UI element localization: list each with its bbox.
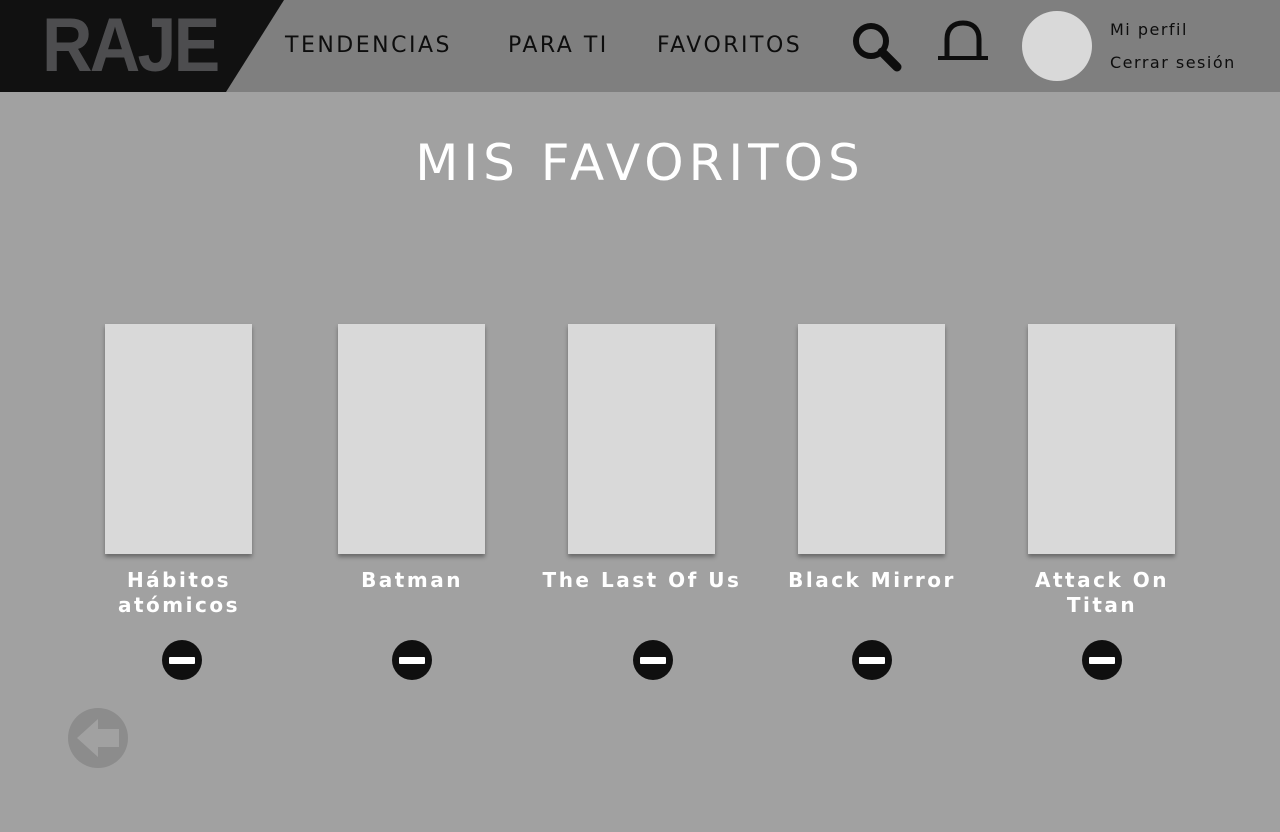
avatar[interactable] — [1022, 11, 1092, 81]
back-button[interactable] — [68, 708, 128, 768]
logo-container[interactable]: RAJE — [0, 0, 284, 92]
remove-favorite-button[interactable] — [852, 640, 892, 680]
favorite-card: Batman — [312, 324, 512, 684]
cover-placeholder[interactable] — [798, 324, 945, 554]
favorite-title: Hábitos atómicos — [118, 568, 240, 617]
remove-favorite-button[interactable] — [1082, 640, 1122, 680]
logout-link[interactable]: Cerrar sesión — [1110, 53, 1236, 73]
favorite-card: The Last Of Us — [542, 324, 742, 684]
minus-icon — [1089, 656, 1115, 664]
favorite-title: Attack On Titan — [1035, 568, 1169, 617]
logo[interactable]: RAJE — [42, 8, 220, 84]
search-icon[interactable] — [850, 20, 904, 74]
favorite-title: Black Mirror — [788, 568, 956, 592]
minus-icon — [399, 656, 425, 664]
my-profile-link[interactable]: Mi perfil — [1110, 20, 1188, 40]
cover-placeholder[interactable] — [568, 324, 715, 554]
favorite-card: Black Mirror — [772, 324, 972, 684]
cover-placeholder[interactable] — [1028, 324, 1175, 554]
remove-favorite-button[interactable] — [162, 640, 202, 680]
nav-link-trending[interactable]: TENDENCIAS — [285, 32, 452, 60]
favorite-card: Attack On Titan — [1002, 324, 1202, 684]
notification-bell-icon[interactable] — [936, 20, 990, 64]
cover-placeholder[interactable] — [105, 324, 252, 554]
favorite-title: Batman — [361, 568, 463, 592]
page-title: MIS FAVORITOS — [415, 134, 865, 192]
arrow-left-icon — [77, 719, 119, 757]
minus-icon — [640, 656, 666, 664]
nav-link-for-you[interactable]: PARA TI — [508, 32, 609, 60]
nav-link-favorites[interactable]: FAVORITOS — [657, 32, 802, 60]
top-bar: RAJE TENDENCIAS PARA TI FAVORITOS Mi per… — [0, 0, 1280, 92]
cover-placeholder[interactable] — [338, 324, 485, 554]
minus-icon — [169, 656, 195, 664]
favorite-card: Hábitos atómicos — [79, 324, 279, 684]
remove-favorite-button[interactable] — [392, 640, 432, 680]
remove-favorite-button[interactable] — [633, 640, 673, 680]
minus-icon — [859, 656, 885, 664]
favorite-title: The Last Of Us — [542, 568, 742, 592]
